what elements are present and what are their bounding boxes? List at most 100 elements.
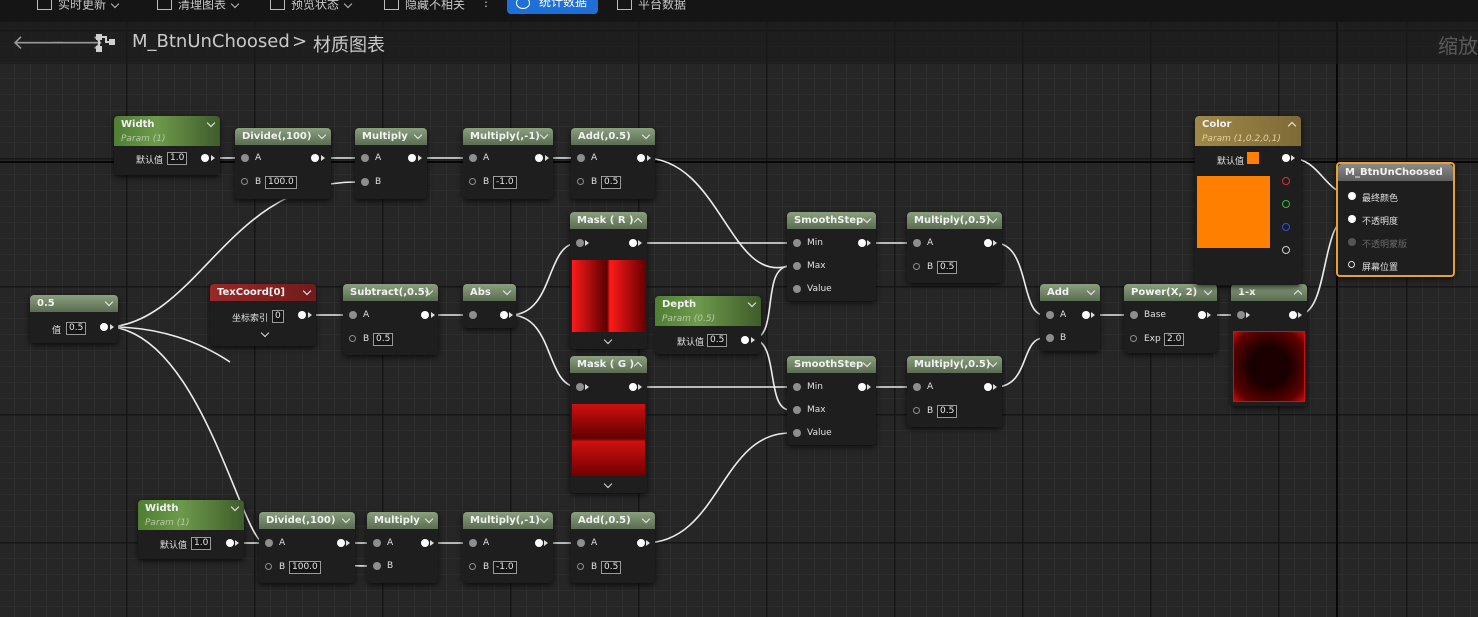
input-pin-b[interactable] <box>265 563 272 570</box>
output-pin[interactable] <box>637 539 645 547</box>
node-texcoord[interactable]: TexCoord[0] 坐标索引 0 <box>210 284 316 346</box>
chevron-down-icon[interactable] <box>862 358 872 368</box>
input-pin-a[interactable] <box>241 154 249 162</box>
node-multiply-bottom[interactable]: Multiply A B <box>367 512 438 583</box>
input-pin-value[interactable] <box>793 285 801 293</box>
value-field[interactable]: -1.0 <box>493 561 517 574</box>
preview-state-button[interactable]: 预览状态 <box>270 0 353 14</box>
value-field[interactable]: 0.5 <box>937 405 958 418</box>
chevron-down-icon[interactable] <box>230 502 240 512</box>
input-pin-a[interactable] <box>373 539 381 547</box>
input-pin-a[interactable] <box>265 539 273 547</box>
value-field[interactable]: 100.0 <box>289 561 321 574</box>
node-power[interactable]: Power(X, 2) Base Exp 2.0 <box>1124 284 1217 353</box>
node-constant[interactable]: 0.5 值 0.5 <box>30 295 118 343</box>
value-field[interactable]: 0.5 <box>373 333 394 346</box>
chevron-down-icon[interactable] <box>424 514 434 524</box>
input-pin-a[interactable] <box>469 154 477 162</box>
chevron-down-icon[interactable] <box>502 286 512 296</box>
node-divide-top[interactable]: Divide(,100) A B 100.0 <box>235 128 331 199</box>
input-pin-max[interactable] <box>793 262 801 270</box>
output-pin[interactable] <box>629 239 637 247</box>
node-width-param-top[interactable]: Width Param (1) 默认值 1.0 <box>114 116 220 175</box>
input-pin-a[interactable] <box>361 154 369 162</box>
output-pin[interactable] <box>408 154 416 162</box>
output-pin[interactable] <box>1289 311 1297 319</box>
output-pin[interactable] <box>637 154 645 162</box>
node-depth-param[interactable]: Depth Param (0.5) 默认值 0.5 <box>655 296 761 354</box>
coordinate-index-field[interactable]: 0 <box>272 310 284 323</box>
input-pin-b[interactable] <box>913 263 920 270</box>
output-pin[interactable] <box>337 539 345 547</box>
node-subtract[interactable]: Subtract(,0.5) A B 0.5 <box>343 284 438 355</box>
node-color-param[interactable]: Color Param (1,0.2,0,1) 默认值 <box>1195 116 1301 285</box>
value-field[interactable]: 0.5 <box>66 322 87 335</box>
chevron-down-icon[interactable] <box>302 286 312 296</box>
node-multiply-neg1-bottom[interactable]: Multiply(,-1) A B -1.0 <box>463 512 553 583</box>
input-pin-exp[interactable] <box>1130 335 1137 342</box>
node-add[interactable]: Add A B <box>1040 284 1100 351</box>
node-mask-g[interactable]: Mask ( G ) <box>570 356 647 493</box>
output-pin[interactable] <box>201 154 209 162</box>
node-abs[interactable]: Abs <box>463 284 516 328</box>
chevron-down-icon[interactable] <box>317 130 327 140</box>
node-multiply-half-top[interactable]: Multiply(,0.5) A B 0.5 <box>907 212 1002 283</box>
input-pin-min[interactable] <box>793 239 801 247</box>
input-pin-a[interactable] <box>913 239 921 247</box>
material-graph-canvas[interactable]: 🡐 🡒 M_BtnUnChoosed > 材质图表 缩放 Width Param… <box>0 22 1478 617</box>
input-pin-b[interactable] <box>913 407 920 414</box>
output-pin[interactable] <box>535 539 543 547</box>
output-pin-a[interactable] <box>1282 246 1290 254</box>
output-pin[interactable] <box>226 539 234 547</box>
default-value-field[interactable]: 0.5 <box>707 334 728 347</box>
chevron-down-icon[interactable] <box>641 130 651 140</box>
default-value-field[interactable]: 1.0 <box>167 152 188 165</box>
output-pin[interactable] <box>421 539 429 547</box>
input-pin-opacity[interactable] <box>1348 215 1356 223</box>
node-one-minus[interactable]: 1-x <box>1231 284 1307 406</box>
chevron-down-icon[interactable] <box>206 118 216 128</box>
color-swatch[interactable] <box>1247 152 1259 164</box>
value-field[interactable]: 100.0 <box>265 176 297 189</box>
input-pin-b[interactable] <box>577 178 584 185</box>
output-pin-rgb[interactable] <box>1282 154 1290 162</box>
input-pin[interactable] <box>469 311 477 319</box>
live-update-button[interactable]: 实时更新 <box>37 0 120 14</box>
input-pin-b[interactable] <box>361 178 369 186</box>
node-smoothstep-top[interactable]: SmoothStep Min Max Value <box>787 212 876 301</box>
input-pin-a[interactable] <box>577 539 585 547</box>
chevron-up-icon[interactable] <box>1293 289 1303 299</box>
output-pin[interactable] <box>629 383 637 391</box>
input-pin-a[interactable] <box>577 154 585 162</box>
output-pin[interactable] <box>100 323 108 331</box>
input-pin-base[interactable] <box>1130 311 1138 319</box>
value-field[interactable]: 2.0 <box>1164 333 1185 346</box>
output-pin[interactable] <box>741 336 749 344</box>
input-pin[interactable] <box>1237 311 1245 319</box>
chevron-down-icon[interactable] <box>539 130 549 140</box>
input-pin-a[interactable] <box>1046 311 1054 319</box>
chevron-down-icon[interactable] <box>1086 286 1096 296</box>
node-mask-r[interactable]: Mask ( R ) <box>570 212 647 349</box>
chevron-up-icon[interactable] <box>1287 121 1297 131</box>
input-pin[interactable] <box>576 383 584 391</box>
node-multiply-half-bottom[interactable]: Multiply(,0.5) A B 0.5 <box>907 356 1002 427</box>
value-field[interactable]: 0.5 <box>601 176 622 189</box>
node-multiply-top[interactable]: Multiply A B <box>355 128 427 199</box>
output-pin-g[interactable] <box>1282 200 1290 208</box>
chevron-down-icon[interactable] <box>641 514 651 524</box>
hide-unrelated-button[interactable]: 隐藏不相关 <box>384 0 465 14</box>
chevron-up-icon[interactable] <box>633 217 643 227</box>
output-pin[interactable] <box>535 154 543 162</box>
input-pin-base-color[interactable] <box>1348 192 1356 200</box>
chevron-down-icon[interactable] <box>341 514 351 524</box>
input-pin-b[interactable] <box>241 178 248 185</box>
node-divide-bottom[interactable]: Divide(,100) A B 100.0 <box>259 512 355 583</box>
chevron-down-icon[interactable] <box>603 335 613 345</box>
input-pin-a[interactable] <box>913 383 921 391</box>
input-pin-b[interactable] <box>469 563 476 570</box>
node-add-half-top[interactable]: Add(,0.5) A B 0.5 <box>571 128 655 199</box>
node-smoothstep-bottom[interactable]: SmoothStep Min Max Value <box>787 356 876 445</box>
node-multiply-neg1-top[interactable]: Multiply(,-1) A B -1.0 <box>463 128 553 199</box>
input-pin-b[interactable] <box>1046 334 1054 342</box>
